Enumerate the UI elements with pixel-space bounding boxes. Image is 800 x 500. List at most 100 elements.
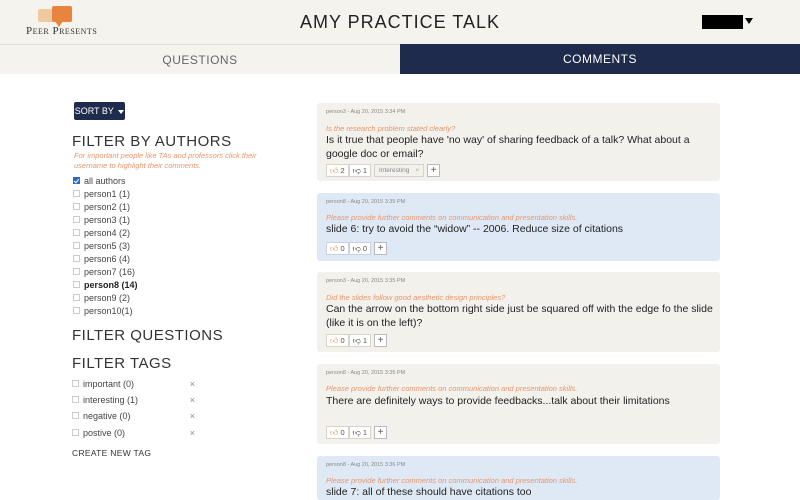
sort-by-button[interactable]: SORT BY [74, 102, 125, 120]
delete-tag-icon[interactable]: × [190, 378, 195, 390]
author-filter-person7[interactable]: person7 (16) [73, 266, 135, 279]
checkbox-icon[interactable] [72, 429, 79, 437]
author-label: person5 (3) [84, 241, 131, 251]
comment-text: Is it true that people have 'no way' of … [326, 134, 690, 160]
user-menu-redacted[interactable] [702, 15, 743, 29]
comment-card: person8 - Aug 20, 2015 3:35 PM Please pr… [317, 193, 720, 261]
checkbox-checked-icon[interactable] [73, 177, 80, 185]
downvote-button[interactable]: 👎︎ 0 [348, 242, 372, 255]
checkbox-icon[interactable] [73, 203, 80, 211]
comment-question[interactable]: Please provide further comments on commu… [326, 213, 577, 222]
downvote-button[interactable]: 👎︎ 1 [348, 426, 372, 439]
comment-meta: person3 - Aug 20, 2015 3:35 PM [326, 278, 406, 284]
downvote-count: 1 [362, 166, 368, 175]
sort-by-label: SORT BY [74, 106, 114, 116]
tab-questions[interactable]: QUESTIONS [0, 44, 400, 74]
add-tag-button[interactable]: + [374, 426, 388, 439]
add-tag-button[interactable]: + [374, 334, 388, 347]
checkbox-icon[interactable] [72, 412, 79, 420]
remove-tag-icon[interactable]: × [415, 167, 419, 174]
checkbox-icon[interactable] [73, 281, 80, 289]
tag-filter-important[interactable]: important (0) × [72, 378, 197, 391]
delete-tag-icon[interactable]: × [190, 427, 195, 439]
author-filter-person1[interactable]: person1 (1) [73, 188, 130, 201]
delete-tag-icon[interactable]: × [190, 410, 195, 422]
thumbs-up-icon: 👍︎ [330, 336, 339, 345]
author-filter-person4[interactable]: person4 (2) [73, 227, 130, 240]
tag-label: important (0) [83, 379, 135, 389]
checkbox-icon[interactable] [73, 216, 80, 224]
upvote-count: 0 [340, 244, 345, 253]
downvote-button[interactable]: 👎︎ 1 [348, 334, 372, 347]
comment-card: person8 - Aug 20, 2015 3:35 PM Please pr… [317, 364, 720, 444]
author-label: person3 (1) [84, 215, 131, 225]
upvote-button[interactable]: 👍︎ 2 [326, 164, 349, 177]
upvote-button[interactable]: 👍︎ 0 [326, 242, 349, 255]
filter-authors-title: FILTER BY AUTHORS [72, 133, 232, 150]
checkbox-icon[interactable] [73, 190, 80, 198]
tag-filter-negative[interactable]: negative (0) × [72, 410, 197, 423]
comment-text: Can the arrow on the bottom right side j… [326, 303, 713, 329]
upvote-count: 0 [340, 428, 345, 437]
caret-down-icon[interactable] [745, 18, 753, 24]
create-new-tag-link[interactable]: CREATE NEW TAG [72, 448, 151, 458]
checkbox-icon[interactable] [73, 229, 80, 237]
thumbs-down-icon: 👎︎ [352, 428, 361, 437]
tag-filter-postive[interactable]: postive (0) × [72, 427, 197, 440]
filter-questions-title[interactable]: FILTER QUESTIONS [72, 327, 223, 344]
comment-actions: 👍︎ 0 👎︎ 0 + [326, 242, 388, 255]
downvote-count: 0 [362, 244, 368, 253]
add-tag-button[interactable]: + [427, 164, 441, 177]
author-label: person7 (16) [84, 267, 136, 277]
tag-chip-interesting[interactable]: Interesting × [374, 164, 425, 177]
thumbs-down-icon: 👎︎ [352, 336, 361, 345]
author-filter-person8[interactable]: person8 (14) [73, 279, 138, 292]
checkbox-icon[interactable] [72, 380, 79, 388]
comment-question[interactable]: Is the research problem stated clearly? [326, 124, 455, 133]
checkbox-icon[interactable] [73, 268, 80, 276]
checkbox-icon[interactable] [72, 396, 79, 404]
author-filter-all[interactable]: all authors [73, 175, 126, 188]
comment-actions: 👍︎ 0 👎︎ 1 + [326, 426, 388, 439]
comment-actions: 👍︎ 2 👎︎ 1 Interesting × + [326, 164, 441, 177]
author-filter-person2[interactable]: person2 (1) [73, 201, 130, 214]
upvote-button[interactable]: 👍︎ 0 [326, 426, 349, 439]
author-label: person2 (1) [84, 202, 131, 212]
author-label: person6 (4) [84, 254, 131, 264]
checkbox-icon[interactable] [73, 307, 80, 315]
author-filter-person5[interactable]: person5 (3) [73, 240, 130, 253]
upvote-button[interactable]: 👍︎ 0 [326, 334, 349, 347]
author-label: person9 (2) [84, 293, 131, 303]
downvote-button[interactable]: 👎︎ 1 [348, 164, 372, 177]
main-tabs: QUESTIONS COMMENTS [0, 44, 800, 74]
delete-tag-icon[interactable]: × [190, 394, 195, 406]
downvote-count: 1 [362, 336, 368, 345]
downvote-count: 1 [362, 428, 368, 437]
author-label: person1 (1) [84, 189, 131, 199]
tab-comments[interactable]: COMMENTS [400, 44, 800, 74]
comment-card: person3 - Aug 20, 2015 3:34 PM Is the re… [317, 103, 720, 181]
comment-question[interactable]: Please provide further comments on commu… [326, 476, 577, 485]
author-filter-person10[interactable]: person10(1) [73, 305, 133, 318]
comment-question[interactable]: Did the slides follow good aesthetic des… [326, 293, 505, 302]
checkbox-icon[interactable] [73, 242, 80, 250]
comment-question[interactable]: Please provide further comments on commu… [326, 384, 577, 393]
comment-card: person3 - Aug 20, 2015 3:35 PM Did the s… [317, 272, 720, 352]
add-tag-button[interactable]: + [374, 242, 388, 255]
author-filter-person3[interactable]: person3 (1) [73, 214, 130, 227]
filter-authors-hint: For important people like TAs and profes… [74, 151, 257, 170]
author-label: person10(1) [84, 306, 133, 316]
comment-actions: 👍︎ 0 👎︎ 1 + [326, 334, 388, 347]
comment-card: person8 - Aug 20, 2015 3:36 PM Please pr… [317, 456, 720, 500]
comment-meta: person8 - Aug 20, 2015 3:36 PM [326, 462, 406, 468]
filter-tags-title: FILTER TAGS [72, 355, 172, 372]
comment-text: There are definitely ways to provide fee… [326, 395, 670, 407]
checkbox-icon[interactable] [73, 255, 80, 263]
thumbs-up-icon: 👍︎ [330, 244, 339, 253]
page-title: AMY PRACTICE TALK [299, 12, 501, 32]
tag-filter-interesting[interactable]: interesting (1) × [72, 394, 197, 407]
author-filter-person9[interactable]: person9 (2) [73, 292, 130, 305]
tag-label: interesting (1) [83, 395, 139, 405]
author-filter-person6[interactable]: person6 (4) [73, 253, 130, 266]
checkbox-icon[interactable] [73, 294, 80, 302]
